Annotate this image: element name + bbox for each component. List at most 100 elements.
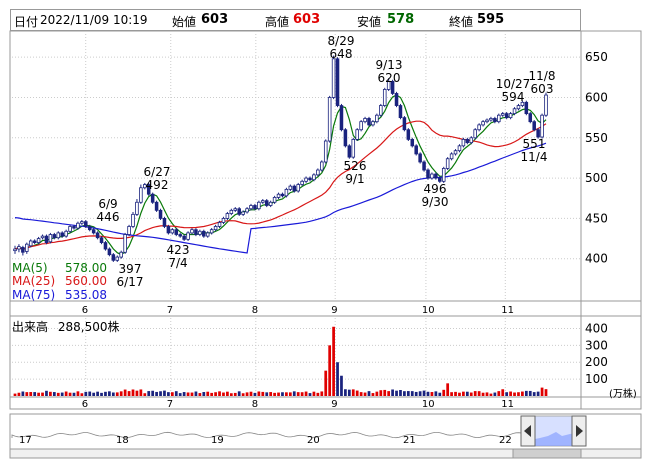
volume-bar [52,392,56,396]
candle-body [268,201,273,206]
candle-body [17,246,21,250]
candle-body [351,138,356,158]
candle-body [371,121,375,126]
candle-body [261,200,265,203]
volume-bar [509,391,512,396]
volume-bar [399,390,402,396]
volume-bar [524,390,528,396]
candle-body [500,113,505,116]
candle-body [516,105,521,110]
candle-body [296,184,300,192]
annotation-label: 6/27 [144,165,171,179]
volume-bar [292,391,296,396]
candle-body [485,119,489,123]
volume-bar [257,391,261,396]
candle-body [288,185,293,190]
volume-bar [355,390,359,396]
volume-bar [501,389,505,396]
candle-body [359,121,363,131]
candle-body [489,118,493,121]
overview-tick-label: 18 [116,435,129,446]
candle-body [394,93,399,106]
volume-bar [485,392,489,396]
candle-body [131,213,135,227]
annotation-label: 11/4 [521,150,548,164]
volume-bar [167,392,170,396]
annotation-label: 446 [97,210,120,224]
annotation-label: 603 [531,82,554,96]
candle-body [308,177,312,181]
candle-body [457,145,462,152]
candle-body [402,117,407,131]
candle-body [469,137,474,144]
volume-bar [387,391,391,396]
candle-body [245,208,249,213]
volume-bar [45,390,48,396]
volume-label: 出来高 [12,320,49,334]
annotation-label: 496 [424,182,447,196]
volume-bar [351,389,355,396]
volume-bar [296,392,300,396]
x-tick-label: 8 [252,305,258,316]
volume-bar [442,389,446,396]
y-tick-label: 500 [585,171,608,185]
candle-body [111,254,116,261]
volume-bar [178,393,182,396]
volume-bar [465,391,469,396]
volume-bar [324,370,328,396]
volume-bar [92,392,96,396]
candle-body [264,200,269,206]
chart-window: 日付 2022/11/09 10:19 始値 603 高値 603 安値 578… [0,0,653,470]
candle-body [170,229,175,234]
volume-bar [127,391,131,396]
candle-body [493,118,497,123]
candle-body [430,173,434,179]
candle-body [115,256,120,261]
candle-body [166,226,171,234]
candle-body [60,232,64,237]
volume-bar [37,392,40,396]
volume-bar [13,393,17,396]
candle-body [25,243,29,252]
volume-bar [344,389,347,396]
y-tick-label: 550 [585,131,608,145]
volume-bar [371,393,375,396]
volume-bar [206,391,210,396]
volume-bar [517,392,520,396]
volume-bar [285,392,288,396]
candle-body [347,145,352,158]
vol-y-tick-label: 100 [585,372,608,386]
candle-body [284,188,289,197]
volume-bar [458,392,461,396]
candle-body [28,240,33,247]
volume-bar [64,391,68,396]
volume-bar [308,393,312,396]
candle-body [382,89,387,106]
vol-x-tick-label: 6 [82,399,88,410]
volume-bar [410,391,414,396]
annotation-label: 9/13 [376,58,403,72]
volume-bar [363,392,367,396]
overview-tick-label: 22 [499,435,512,446]
candle-body [434,173,438,179]
volume-bar [406,391,410,396]
candle-body [154,201,159,211]
volume-bar [76,391,80,396]
volume-bar [304,391,308,396]
volume-bar [237,391,241,396]
vol-y-tick-label: 400 [585,321,608,335]
candle-body [438,177,442,182]
candle-body [398,105,403,119]
candle-body [379,105,383,116]
candle-body [292,185,297,192]
overview-tick-label: 17 [19,435,32,446]
candle-body [182,235,186,240]
volume-bar [226,391,229,396]
annotation-label: 594 [502,90,525,104]
volume-bar [273,392,276,396]
volume-bar [379,390,383,396]
volume-bar [21,391,25,396]
volume-bar [194,391,198,396]
volume-value: 288,500株 [57,320,120,334]
ma25-legend: MA(25) 560.00 [12,274,107,288]
